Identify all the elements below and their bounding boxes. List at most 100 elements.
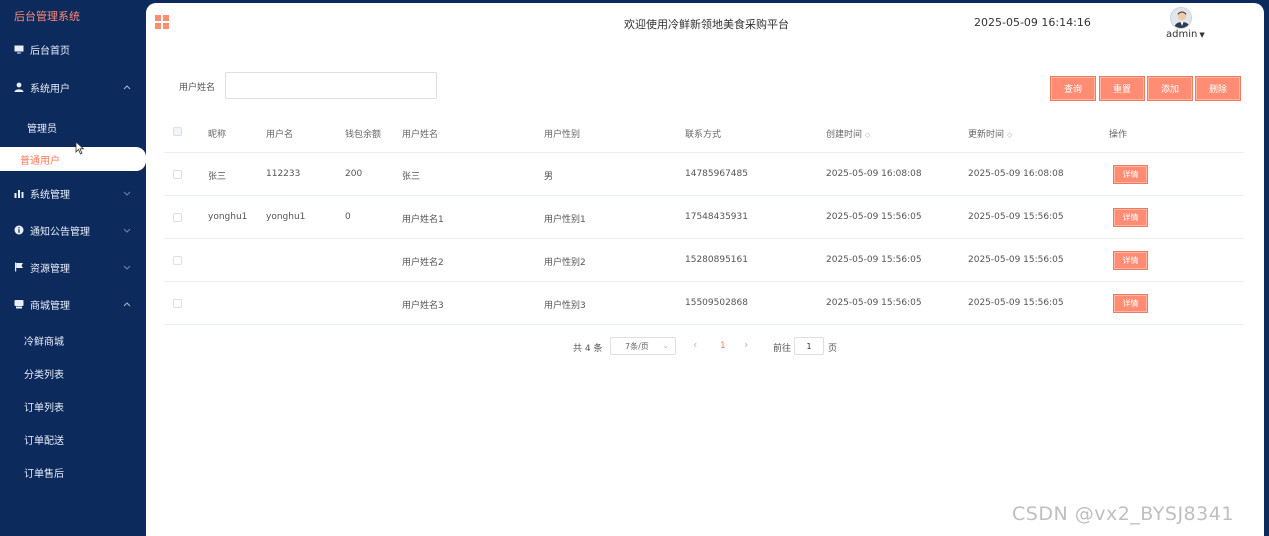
flag-icon: [14, 262, 24, 272]
detail-button[interactable]: 详情: [1113, 294, 1148, 313]
sidebar-subitem-categories[interactable]: 分类列表: [0, 361, 146, 385]
search-label: 用户姓名: [179, 83, 216, 93]
user-menu[interactable]: admin ▼: [1166, 29, 1205, 40]
cell-name: 用户姓名3: [402, 301, 444, 311]
sidebar-subitem-normal-user[interactable]: 普通用户: [0, 147, 146, 171]
sidebar-subitem-delivery[interactable]: 订单配送: [0, 427, 146, 451]
cell-created: 2025-05-09 16:08:08: [826, 169, 922, 179]
brand-title: 后台管理系统: [14, 10, 80, 23]
table-row: yonghu1 yonghu1 0 用户姓名1 用户性别1 1754843593…: [164, 196, 1244, 239]
next-page-button[interactable]: ›: [744, 338, 748, 351]
sidebar: 后台管理系统 后台首页 系统用户 管理员 普通用户 系统管理 通知公告管理 资源…: [0, 0, 146, 536]
caret-down-icon: ▼: [1199, 31, 1205, 39]
apps-grid-icon[interactable]: [155, 15, 169, 29]
column-header-sortable[interactable]: 创建时间 ◇: [826, 127, 870, 140]
chevron-down-icon: [122, 188, 132, 198]
row-checkbox[interactable]: [173, 213, 182, 222]
sidebar-item-mall[interactable]: 商城管理: [0, 292, 146, 316]
sidebar-subitem-orders[interactable]: 订单列表: [0, 394, 146, 418]
sidebar-subitem-cold-mall[interactable]: 冷鲜商城: [0, 328, 146, 352]
sidebar-item-label: 后台首页: [30, 45, 70, 57]
user-icon: [14, 82, 24, 92]
sort-icon[interactable]: ◇: [1007, 131, 1012, 139]
column-header: 操作: [1109, 130, 1128, 140]
sidebar-item-label: 系统管理: [30, 189, 70, 201]
sort-icon[interactable]: ◇: [865, 131, 870, 139]
page-size-select[interactable]: 7条/页 ⌄: [610, 337, 676, 355]
cell-created: 2025-05-09 15:56:05: [826, 298, 922, 308]
cell-nickname: yonghu1: [208, 212, 248, 222]
prev-page-button[interactable]: ‹: [693, 338, 697, 351]
datetime-display: 2025-05-09 16:14:16: [974, 16, 1091, 29]
detail-button[interactable]: 详情: [1113, 251, 1148, 270]
table-row: 张三 112233 200 张三 男 14785967485 2025-05-0…: [164, 153, 1244, 196]
row-checkbox[interactable]: [173, 299, 182, 308]
detail-button[interactable]: 详情: [1113, 165, 1148, 184]
table-row: 用户姓名2 用户性别2 15280895161 2025-05-09 15:56…: [164, 239, 1244, 282]
cell-name: 用户姓名2: [402, 258, 444, 268]
cell-balance: 0: [345, 212, 351, 222]
store-icon: [14, 299, 24, 309]
chevron-down-icon: ⌄: [662, 341, 669, 350]
cell-phone: 15509502868: [685, 298, 748, 308]
add-button[interactable]: 添加: [1147, 76, 1193, 101]
cell-updated: 2025-05-09 15:56:05: [968, 298, 1064, 308]
mouse-cursor-icon: [75, 141, 85, 155]
select-all-checkbox[interactable]: [173, 127, 182, 136]
sidebar-subitem-aftersales[interactable]: 订单售后: [0, 460, 146, 484]
search-input[interactable]: [225, 72, 437, 99]
sidebar-item-system-users[interactable]: 系统用户: [0, 75, 146, 99]
chevron-up-icon: [122, 299, 132, 309]
column-header: 昵称: [208, 130, 227, 140]
cell-phone: 15280895161: [685, 255, 748, 265]
table-header: 昵称 用户名 钱包余额 用户姓名 用户性别 联系方式 创建时间 ◇ 更新时间 ◇ 操…: [164, 118, 1244, 153]
goto-page-input[interactable]: 1: [794, 337, 824, 355]
sidebar-item-notice[interactable]: 通知公告管理: [0, 218, 146, 242]
sidebar-item-system-management[interactable]: 系统管理: [0, 181, 146, 205]
column-header-sortable[interactable]: 更新时间 ◇: [968, 127, 1012, 140]
column-header: 用户姓名: [402, 130, 439, 140]
avatar[interactable]: [1170, 7, 1192, 29]
cell-username: 112233: [266, 169, 301, 179]
cell-created: 2025-05-09 15:56:05: [826, 212, 922, 222]
bar-chart-icon: [14, 188, 24, 198]
delete-button[interactable]: 删除: [1195, 76, 1241, 101]
row-checkbox[interactable]: [173, 256, 182, 265]
query-button[interactable]: 查询: [1050, 76, 1096, 101]
cell-gender: 用户性别1: [544, 215, 586, 225]
main-panel: 欢迎使用冷鲜新领地美食采购平台 2025-05-09 16:14:16 admi…: [146, 3, 1264, 536]
cell-phone: 14785967485: [685, 169, 748, 179]
reset-button[interactable]: 重置: [1099, 76, 1145, 101]
user-avatar-icon: [1171, 8, 1191, 28]
pagination-total: 共 4 条: [573, 344, 603, 354]
cell-updated: 2025-05-09 15:56:05: [968, 255, 1064, 265]
cell-updated: 2025-05-09 15:56:05: [968, 212, 1064, 222]
cell-created: 2025-05-09 15:56:05: [826, 255, 922, 265]
row-checkbox[interactable]: [173, 170, 182, 179]
cell-name: 张三: [402, 172, 421, 182]
cell-username: yonghu1: [266, 212, 306, 222]
sidebar-item-home[interactable]: 后台首页: [0, 37, 146, 61]
monitor-icon: [14, 44, 24, 54]
sidebar-item-label: 资源管理: [30, 263, 70, 275]
cell-nickname: 张三: [208, 172, 227, 182]
cell-gender: 用户性别2: [544, 258, 586, 268]
sidebar-subitem-admin[interactable]: 管理员: [0, 115, 146, 139]
sidebar-item-resources[interactable]: 资源管理: [0, 255, 146, 279]
chevron-down-icon: [122, 262, 132, 272]
column-header: 钱包余额: [345, 130, 382, 140]
page-number-current[interactable]: 1: [720, 341, 726, 351]
sidebar-item-label: 系统用户: [30, 83, 70, 95]
table-row: 用户姓名3 用户性别3 15509502868 2025-05-09 15:56…: [164, 282, 1244, 325]
goto-label: 前往: [773, 344, 792, 354]
column-header: 用户性别: [544, 130, 581, 140]
chevron-up-icon: [122, 82, 132, 92]
column-header: 用户名: [266, 130, 294, 140]
welcome-text: 欢迎使用冷鲜新领地美食采购平台: [624, 18, 789, 31]
page-suffix: 页: [828, 344, 838, 354]
sidebar-item-label: 商城管理: [30, 300, 70, 312]
chevron-down-icon: [122, 225, 132, 235]
cell-balance: 200: [345, 169, 363, 179]
cell-gender: 用户性别3: [544, 301, 586, 311]
detail-button[interactable]: 详情: [1113, 208, 1148, 227]
